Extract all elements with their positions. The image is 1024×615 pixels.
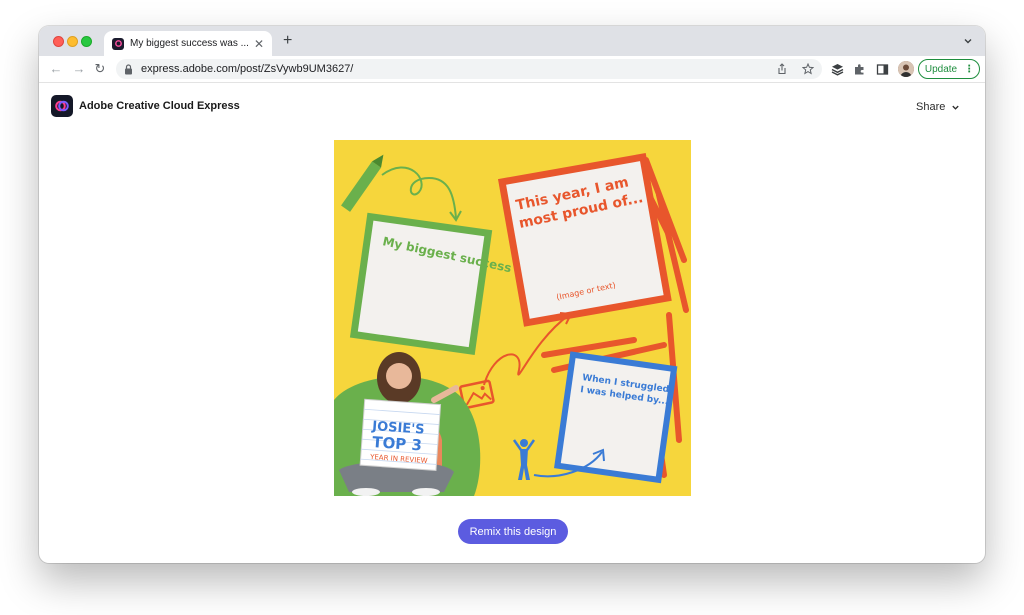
chevron-down-icon[interactable] — [963, 36, 973, 46]
new-tab-button[interactable]: + — [283, 33, 292, 49]
tab-strip: My biggest success was ... - Adobe Creat… — [39, 26, 985, 56]
share-label: Share — [916, 101, 946, 113]
back-button[interactable]: ← — [49, 62, 63, 76]
green-card — [349, 212, 493, 356]
side-panel-icon[interactable] — [876, 63, 889, 76]
zoom-window-button[interactable] — [81, 36, 92, 47]
adobe-express-logo[interactable] — [51, 95, 73, 117]
share-button[interactable]: Share — [916, 101, 960, 113]
update-label: Update — [924, 63, 958, 75]
sign-line-2: TOP 3 — [372, 433, 423, 454]
bookmark-star-icon[interactable] — [802, 63, 814, 75]
tab-title: My biggest success was ... - Adobe Creat… — [130, 38, 248, 49]
blue-card — [554, 351, 678, 484]
layers-extension-icon[interactable] — [831, 63, 844, 76]
profile-avatar[interactable] — [898, 61, 914, 77]
reload-button[interactable]: ↻ — [93, 62, 107, 76]
update-button[interactable]: Update ⋮ — [918, 59, 980, 79]
close-window-button[interactable] — [53, 36, 64, 47]
remix-button[interactable]: Remix this design — [458, 519, 568, 544]
forward-button[interactable]: → — [72, 62, 86, 76]
lock-icon — [125, 63, 132, 74]
browser-toolbar: ← → ↻ express.adobe.com/post/ZsVywb9UM36… — [39, 56, 985, 83]
close-tab-icon[interactable]: ✕ — [254, 38, 264, 50]
more-menu-icon: ⋮ — [964, 63, 974, 75]
design-artwork: My biggest success was ... This year, I … — [334, 140, 691, 496]
orange-card — [497, 153, 672, 327]
share-page-icon[interactable] — [776, 63, 788, 75]
extensions-puzzle-icon[interactable] — [853, 63, 866, 76]
chevron-down-icon — [952, 105, 960, 110]
address-bar[interactable]: express.adobe.com/post/ZsVywb9UM3627/ — [116, 59, 822, 79]
minimize-window-button[interactable] — [67, 36, 78, 47]
app-name[interactable]: Adobe Creative Cloud Express — [79, 100, 240, 112]
browser-window: My biggest success was ... - Adobe Creat… — [39, 26, 985, 563]
url-text: express.adobe.com/post/ZsVywb9UM3627/ — [141, 63, 354, 75]
adobe-express-icon — [112, 37, 124, 50]
active-tab[interactable]: My biggest success was ... - Adobe Creat… — [104, 31, 272, 56]
